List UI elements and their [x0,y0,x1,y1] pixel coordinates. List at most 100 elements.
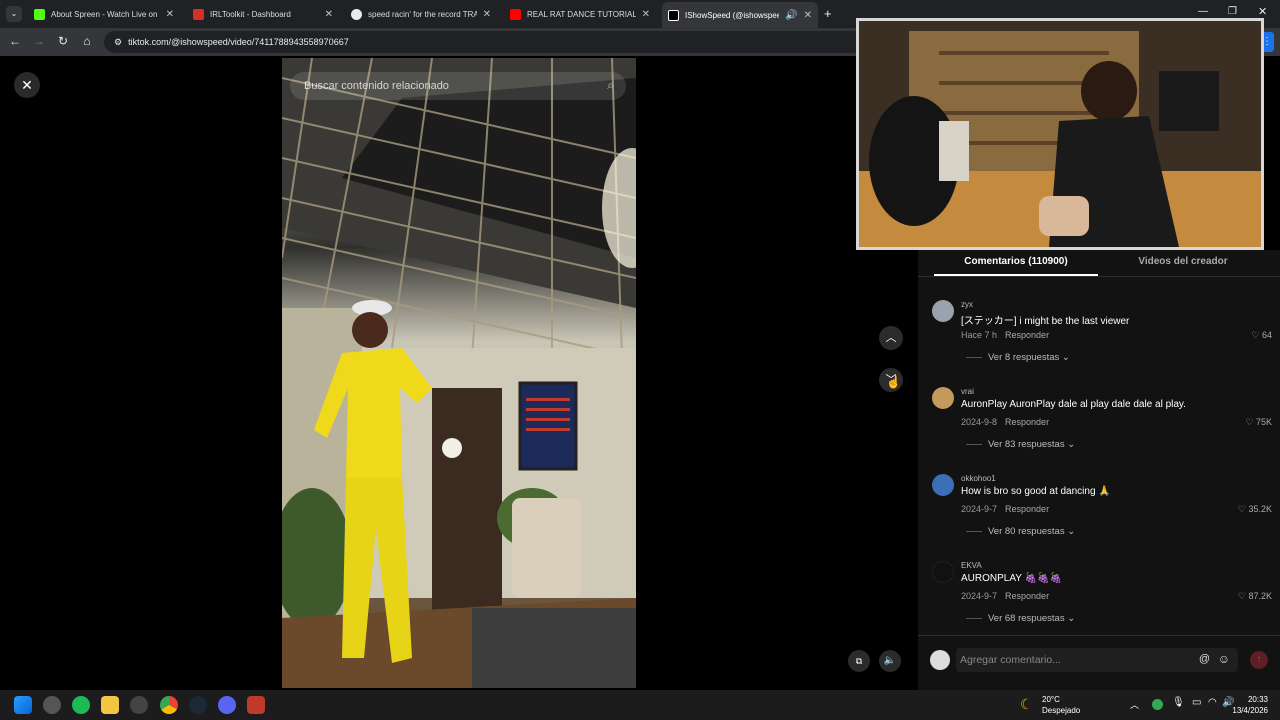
comment-input[interactable]: Agregar comentario... @ ☺ [956,648,1238,672]
reply-button[interactable]: Responder [1005,504,1049,514]
avatar[interactable] [932,474,954,496]
tray-app-icon[interactable] [1152,699,1163,710]
weather-temp: 20°C [1042,695,1060,704]
close-tab-icon[interactable]: ✕ [325,9,333,20]
kick-icon [34,8,45,20]
view-replies-button[interactable]: Ver 83 respuestas ⌄ [966,439,1075,450]
mention-icon[interactable]: @ [1199,653,1210,665]
spotify-icon[interactable] [72,696,90,714]
minimize-button[interactable]: — [1198,6,1208,17]
new-tab-button[interactable]: + [824,6,832,21]
view-replies-button[interactable]: Ver 80 respuestas ⌄ [966,526,1075,537]
view-replies-button[interactable]: Ver 68 respuestas ⌄ [966,613,1075,624]
settings-app-icon[interactable] [43,696,61,714]
like-count: 87.2K [1248,591,1272,601]
emoji-icon[interactable]: ☺ [1218,652,1230,666]
close-tab-icon[interactable]: ✕ [483,9,491,20]
like-button[interactable]: ♡ 75K [1245,417,1272,428]
forward-arrow-icon[interactable]: → [31,34,47,48]
reply-button[interactable]: Responder [1005,330,1049,340]
volume-button[interactable]: 🔈 [879,650,901,672]
close-tab-icon[interactable]: ✕ [642,9,650,20]
discord-icon[interactable] [218,696,236,714]
comment-meta: Hace 7 h Responder [961,330,1049,340]
comment-meta: 2024-9-7 Responder [961,591,1049,601]
like-button[interactable]: ♡ 64 [1251,330,1272,341]
comment-meta: 2024-9-8 Responder [961,417,1049,427]
close-window-button[interactable]: ✕ [1258,5,1267,18]
view-replies-label: Ver 80 respuestas [988,526,1065,537]
search-icon[interactable]: ⌕ [607,78,614,93]
comment-date: 2024-9-7 [961,591,998,601]
pip-button[interactable]: ⧉ [848,650,870,672]
steam-icon[interactable] [189,696,207,714]
previous-video-button[interactable]: ︿ [879,326,903,350]
address-bar[interactable]: ⚙ tiktok.com/@ishowspeed/video/741178894… [104,31,864,53]
view-replies-label: Ver 83 respuestas [988,439,1065,450]
file-explorer-icon[interactable] [101,696,119,714]
like-button[interactable]: ♡ 87.2K [1238,591,1272,602]
comment-username[interactable]: EKVA [961,561,982,570]
avatar[interactable] [932,300,954,322]
browser-tab[interactable]: REAL RAT DANCE TUTORIAL ✕ [504,3,656,25]
video-player[interactable]: Buscar contenido relacionado ⌕ [282,58,636,688]
comment-date: 2024-9-8 [961,417,998,427]
irltoolkit-icon [193,8,204,20]
microphone-icon[interactable]: 🎙 [1172,697,1185,708]
tabs-divider [918,276,1280,277]
comment-meta: 2024-9-7 Responder [961,504,1049,514]
comment-username[interactable]: vrai [961,387,974,396]
related-content-search[interactable]: Buscar contenido relacionado ⌕ [290,72,626,100]
tab-creator-label: Videos del creador [1138,256,1228,267]
like-count: 64 [1261,330,1272,340]
windows-start-icon[interactable] [14,696,32,714]
comment-username[interactable]: okkohoo1 [961,474,996,483]
browser-tab[interactable]: speed racin' for the record TRACK ✕ [345,3,497,25]
url-text: tiktok.com/@ishowspeed/video/74117889435… [128,37,349,47]
close-tab-icon[interactable]: ✕ [804,10,812,21]
browser-tab[interactable]: IRLToolkit - Dashboard ✕ [187,3,339,25]
weather-widget[interactable]: 20°C Despejado [1042,694,1080,716]
site-info-icon[interactable]: ⚙ [114,37,122,48]
like-button[interactable]: ♡ 35.2K [1238,504,1272,515]
comment-text: AURONPLAY 🍇🍇🍇 [961,573,1062,584]
like-count: 35.2K [1248,504,1272,514]
reply-button[interactable]: Responder [1005,417,1049,427]
avatar[interactable] [932,387,954,409]
comment-username[interactable]: zyx [961,300,973,309]
view-replies-label: Ver 68 respuestas [988,613,1065,624]
network-icon[interactable]: ◠ [1208,697,1217,708]
tab-comments[interactable]: Comentarios (110900) [934,256,1098,276]
clock[interactable]: 20:33 13/4/2026 [1228,694,1268,716]
speaker-icon[interactable]: 🔊 [785,10,797,21]
webcam-frame [859,21,1261,247]
comments-panel: Comentarios (110900) Videos del creador … [918,250,1280,690]
windows-taskbar: ☾ 20°C Despejado ︿ 🎙 ▭ ◠ 🔊 20:33 13/4/20… [0,690,1280,720]
tab-title: IShowSpeed (@ishowspeed) [685,10,780,20]
youtube-icon [510,8,521,20]
comment-input-placeholder: Agregar comentario... [960,654,1061,666]
browser-tab-active[interactable]: IShowSpeed (@ishowspeed) 🔊 ✕ [662,2,818,28]
send-button[interactable]: ↑ [1250,651,1268,669]
streaming-app-icon[interactable] [247,696,265,714]
reload-icon[interactable]: ↻ [55,34,71,48]
tab-search-dropdown-button[interactable]: ⌄ [6,6,22,22]
show-hidden-icons-chevron-icon[interactable]: ︿ [1130,698,1139,711]
tab-creator-videos[interactable]: Videos del creador [1108,256,1258,276]
close-video-button[interactable]: ✕ [14,72,40,98]
avatar[interactable] [932,561,954,583]
comment-date: Hace 7 h [961,330,998,340]
browser-tab[interactable]: About Spreen - Watch Live on Kick ✕ [28,3,180,25]
search-input-placeholder: Buscar contenido relacionado [304,80,449,92]
chrome-icon[interactable] [160,696,178,714]
tab-title: speed racin' for the record TRACK [368,9,477,19]
4k-app-icon[interactable] [130,696,148,714]
back-arrow-icon[interactable]: ← [7,34,23,48]
reply-button[interactable]: Responder [1005,591,1049,601]
display-icon[interactable]: ▭ [1192,697,1201,708]
restore-button[interactable]: ❐ [1228,6,1237,17]
clock-date: 13/4/2026 [1232,706,1268,715]
view-replies-button[interactable]: Ver 8 respuestas ⌄ [966,352,1070,363]
home-icon[interactable]: ⌂ [79,34,95,48]
close-tab-icon[interactable]: ✕ [166,9,174,20]
